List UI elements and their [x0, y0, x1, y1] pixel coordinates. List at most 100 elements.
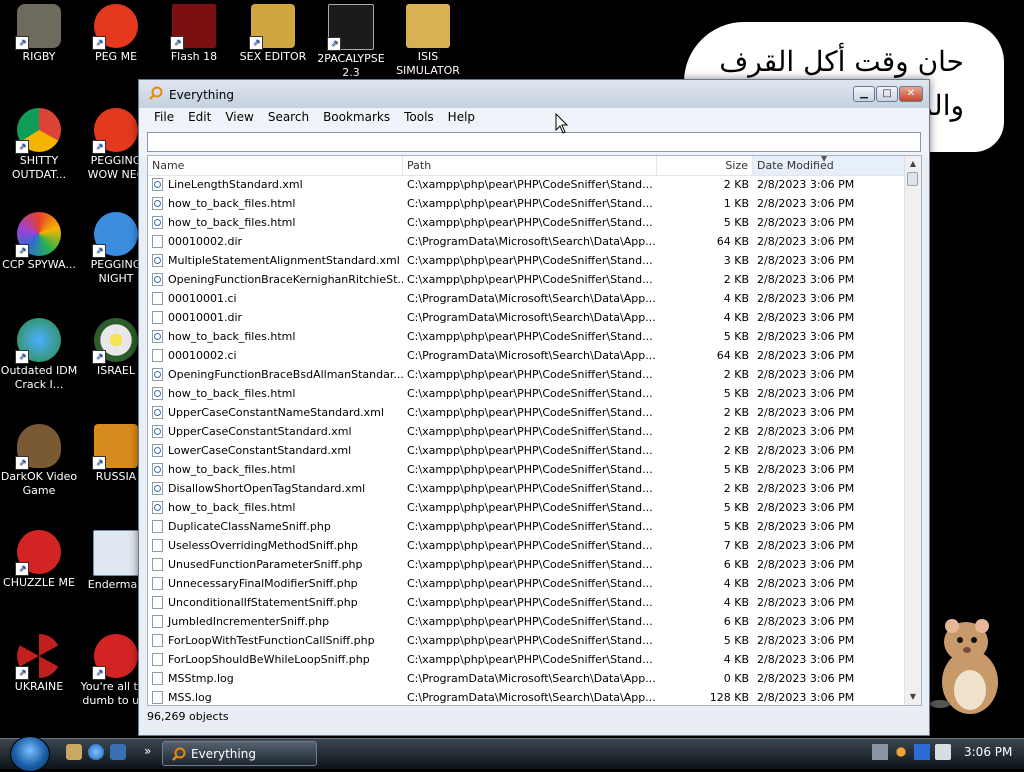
desktop-icon-chuzzle[interactable]: ↗ CHUZZLE ME: [0, 530, 78, 590]
table-row[interactable]: LineLengthStandard.xml C:\xampp\php\pear\…: [148, 175, 906, 194]
table-row[interactable]: MSS.log C:\ProgramData\Microsoft\Search\D…: [148, 688, 906, 705]
desktop-icon-ccp-spyware[interactable]: ↗ CCP SPYWA...: [0, 212, 78, 272]
cell-path: C:\xampp\php\pear\PHP\CodeSniffer\Stand.…: [407, 425, 653, 438]
table-row[interactable]: 00010002.dir C:\ProgramData\Microsoft\Sea…: [148, 232, 906, 251]
quicklaunch-show-desktop-icon[interactable]: [66, 744, 82, 760]
quicklaunch-switch-windows-icon[interactable]: [110, 744, 126, 760]
table-row[interactable]: how_to_back_files.html C:\xampp\php\pear\…: [148, 460, 906, 479]
start-button[interactable]: [10, 736, 50, 772]
menu-file[interactable]: File: [147, 108, 181, 128]
table-row[interactable]: 00010001.ci C:\ProgramData\Microsoft\Sear…: [148, 289, 906, 308]
cell-size: 64 KB: [716, 349, 749, 362]
cell-size: 2 KB: [723, 273, 749, 286]
maximize-button[interactable]: □: [876, 86, 898, 102]
hxd-icon: ↗: [249, 4, 295, 50]
column-header-size[interactable]: Size: [657, 156, 753, 175]
table-row[interactable]: how_to_back_files.html C:\xampp\php\pear\…: [148, 498, 906, 517]
table-row[interactable]: 00010002.ci C:\ProgramData\Microsoft\Sear…: [148, 346, 906, 365]
cell-date-modified: 2/8/2023 3:06 PM: [757, 691, 855, 704]
cell-size: 7 KB: [723, 539, 749, 552]
table-row[interactable]: JumbledIncrementerSniff.php C:\xampp\php\…: [148, 612, 906, 631]
desktop-icon-idm[interactable]: ↗ Outdated IDM Crack I...: [0, 318, 78, 392]
column-header-date-modified[interactable]: ▼ Date Modified: [753, 156, 905, 175]
menu-edit[interactable]: Edit: [181, 108, 218, 128]
cell-date-modified: 2/8/2023 3:06 PM: [757, 387, 855, 400]
table-row[interactable]: ForLoopShouldBeWhileLoopSniff.php C:\xamp…: [148, 650, 906, 669]
scroll-down-arrow-icon[interactable]: ▼: [905, 689, 921, 705]
cell-name-text: UnnecessaryFinalModifierSniff.php: [168, 577, 358, 590]
quicklaunch-ie-icon[interactable]: [88, 744, 104, 760]
table-row[interactable]: MSStmp.log C:\ProgramData\Microsoft\Searc…: [148, 669, 906, 688]
menu-search[interactable]: Search: [261, 108, 316, 128]
table-row[interactable]: UpperCaseConstantStandard.xml C:\xampp\ph…: [148, 422, 906, 441]
cell-path: C:\xampp\php\pear\PHP\CodeSniffer\Stand.…: [407, 406, 653, 419]
close-button[interactable]: ✕: [899, 86, 923, 102]
window-title: Everything: [169, 88, 234, 102]
table-row[interactable]: UnconditionalIfStatementSniff.php C:\xamp…: [148, 593, 906, 612]
table-row[interactable]: UpperCaseConstantNameStandard.xml C:\xamp…: [148, 403, 906, 422]
cell-name: DisallowShortOpenTagStandard.xml: [148, 482, 403, 495]
table-row[interactable]: DuplicateClassNameSniff.php C:\xampp\php\…: [148, 517, 906, 536]
column-header-name[interactable]: Name: [148, 156, 403, 175]
cell-path: C:\xampp\php\pear\PHP\CodeSniffer\Stand.…: [407, 178, 653, 191]
desktop-icon-flash[interactable]: ↗ Flash 18: [155, 4, 233, 64]
column-header-path[interactable]: Path: [403, 156, 657, 175]
everything-window[interactable]: Everything ▁ □ ✕ File Edit View Search B…: [138, 79, 930, 736]
desktop-icon-peg-me[interactable]: ↗ PEG ME: [77, 4, 155, 64]
scroll-thumb[interactable]: [907, 172, 918, 186]
desktop-icon-label: CCP SPYWA...: [2, 258, 76, 271]
desktop-icon-2pacalypse[interactable]: ↗ 2PACALYPSE 2.3: [312, 4, 390, 80]
menu-view[interactable]: View: [218, 108, 260, 128]
menu-help[interactable]: Help: [441, 108, 482, 128]
table-row[interactable]: UnusedFunctionParameterSniff.php C:\xampp…: [148, 555, 906, 574]
search-input[interactable]: [147, 132, 921, 152]
table-row[interactable]: ForLoopWithTestFunctionCallSniff.php C:\x…: [148, 631, 906, 650]
tray-network-icon[interactable]: [872, 744, 888, 760]
scroll-up-arrow-icon[interactable]: ▲: [905, 156, 921, 172]
quicklaunch-overflow-icon[interactable]: »: [144, 744, 151, 758]
menu-bookmarks[interactable]: Bookmarks: [316, 108, 397, 128]
table-row[interactable]: MultipleStatementAlignmentStandard.xml C:…: [148, 251, 906, 270]
p-logo-icon: ↗: [92, 212, 138, 258]
desktop-icon-sex-editor[interactable]: ↗ SEX EDITOR: [234, 4, 312, 64]
system-tray: [872, 744, 951, 760]
table-row[interactable]: UnnecessaryFinalModifierSniff.php C:\xamp…: [148, 574, 906, 593]
shortcut-arrow-icon: ↗: [92, 36, 106, 50]
results-list[interactable]: Name Path Size ▼ Date Modified LineLengt…: [147, 155, 922, 706]
cell-path: C:\xampp\php\pear\PHP\CodeSniffer\Stand.…: [407, 558, 653, 571]
table-row[interactable]: how_to_back_files.html C:\xampp\php\pear\…: [148, 194, 906, 213]
table-row[interactable]: DisallowShortOpenTagStandard.xml C:\xampp…: [148, 479, 906, 498]
vertical-scrollbar[interactable]: ▲ ▼: [904, 156, 921, 705]
desktop-icon-label: RIGBY: [22, 50, 56, 63]
table-row[interactable]: 00010001.dir C:\ProgramData\Microsoft\Sea…: [148, 308, 906, 327]
table-row[interactable]: how_to_back_files.html C:\xampp\php\pear\…: [148, 384, 906, 403]
desktop-icon-isis-simulator[interactable]: ISIS SIMULATOR: [389, 4, 467, 78]
cell-path: C:\ProgramData\Microsoft\Search\Data\App…: [407, 311, 656, 324]
minimize-button[interactable]: ▁: [853, 86, 875, 102]
table-row[interactable]: OpeningFunctionBraceKernighanRitchieSt..…: [148, 270, 906, 289]
table-row[interactable]: LowerCaseConstantStandard.xml C:\xampp\ph…: [148, 441, 906, 460]
file-icon: [152, 349, 163, 362]
table-row[interactable]: OpeningFunctionBraceBsdAllmanStandar... C…: [148, 365, 906, 384]
taskbar-clock[interactable]: 3:06 PM: [964, 745, 1012, 759]
file-icon: [152, 653, 163, 666]
cell-name: how_to_back_files.html: [148, 330, 403, 343]
desktop-icon-chrome[interactable]: ↗ SHITTY OUTDAT...: [0, 108, 78, 182]
desktop-icon-darkok[interactable]: ↗ DarkOK Video Game: [0, 424, 78, 498]
tray-magnifier-icon[interactable]: [893, 744, 909, 760]
tray-network-monitor-icon[interactable]: [914, 744, 930, 760]
desktop-icon-rigby[interactable]: ↗ RIGBY: [0, 4, 78, 64]
cell-path: C:\xampp\php\pear\PHP\CodeSniffer\Stand.…: [407, 216, 653, 229]
table-row[interactable]: how_to_back_files.html C:\xampp\php\pear\…: [148, 327, 906, 346]
taskbar-button-everything[interactable]: Everything: [162, 741, 317, 766]
table-row[interactable]: UselessOverridingMethodSniff.php C:\xampp…: [148, 536, 906, 555]
title-bar[interactable]: Everything ▁ □ ✕: [139, 80, 929, 108]
desktop-icon-ukraine[interactable]: ↗ UKRAINE: [0, 634, 78, 694]
tray-volume-icon[interactable]: [935, 744, 951, 760]
cell-name-text: how_to_back_files.html: [168, 463, 296, 476]
menu-tools[interactable]: Tools: [397, 108, 441, 128]
table-row[interactable]: how_to_back_files.html C:\xampp\php\pear\…: [148, 213, 906, 232]
cell-name: OpeningFunctionBraceBsdAllmanStandar...: [148, 368, 403, 381]
cell-name-text: LowerCaseConstantStandard.xml: [168, 444, 352, 457]
file-icon: [152, 577, 163, 590]
